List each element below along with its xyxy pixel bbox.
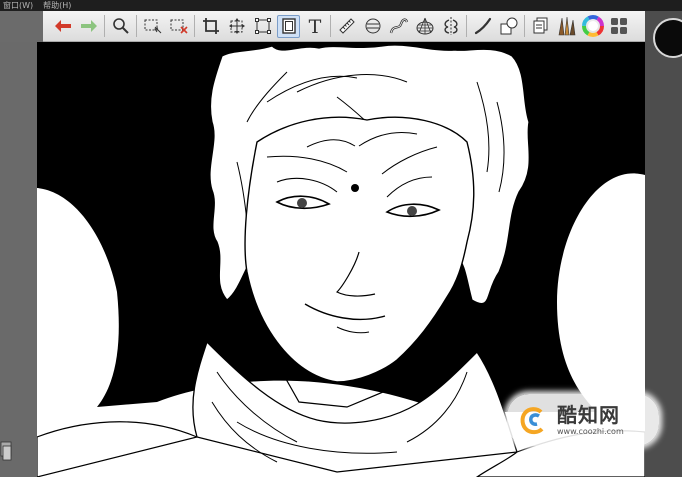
undo-button[interactable] — [51, 15, 74, 38]
palette-grid-button[interactable] — [607, 15, 630, 38]
toolbar-separator — [524, 15, 525, 37]
clear-selection-icon — [170, 19, 188, 34]
move-button[interactable] — [225, 15, 248, 38]
palette-grid-icon — [610, 18, 627, 34]
app-window: 窗口(W) 帮助(H) T 酷知网 www.coozhi.com — [0, 0, 682, 477]
crop-button[interactable] — [199, 15, 222, 38]
text-button[interactable]: T — [303, 15, 326, 38]
layer-icon — [533, 17, 547, 34]
watermark-url: www.coozhi.com — [557, 426, 624, 436]
stroke-button[interactable] — [471, 15, 494, 38]
redo-button[interactable] — [77, 15, 100, 38]
select-rect-icon — [144, 19, 161, 34]
layer-button[interactable] — [529, 15, 552, 38]
crop-icon — [202, 18, 219, 34]
watermark-logo-icon — [520, 407, 544, 435]
color-wheel-icon — [581, 15, 604, 37]
menu-window[interactable]: 窗口(W) — [3, 0, 33, 11]
text-glyph: T — [308, 16, 321, 36]
color-wheel-button[interactable] — [581, 15, 604, 38]
watermark-name: 酷知网 — [557, 402, 620, 427]
curve-ruler-icon — [389, 18, 408, 34]
toolbar: T — [43, 11, 654, 42]
symmetry-icon — [443, 17, 458, 35]
layer-panel-icon[interactable] — [0, 430, 12, 470]
curve-ruler-button[interactable] — [387, 15, 410, 38]
ruler-icon — [338, 18, 355, 34]
brush-set-icon — [558, 16, 575, 36]
transform-icon — [254, 18, 271, 34]
forehead-dot — [351, 184, 359, 192]
symmetry-button[interactable] — [439, 15, 462, 38]
toolbar-separator — [194, 15, 195, 37]
zoom-icon — [112, 18, 129, 34]
perspective-icon — [416, 17, 433, 35]
shape-button[interactable] — [497, 15, 520, 38]
menu-bar: 窗口(W) 帮助(H) — [0, 0, 682, 11]
transform-button[interactable] — [251, 15, 274, 38]
toolbar-separator — [466, 15, 467, 37]
layer-transform-button[interactable] — [277, 14, 300, 38]
ruler-button[interactable] — [335, 15, 358, 38]
undo-icon — [54, 20, 71, 32]
watermark: 酷知网 www.coozhi.com — [507, 394, 659, 446]
clear-selection-button[interactable] — [167, 15, 190, 38]
toolbar-separator — [104, 15, 105, 37]
toolbar-separator — [330, 15, 331, 37]
perspective-button[interactable] — [413, 15, 436, 38]
watermark-text: 酷知网 www.coozhi.com — [557, 404, 624, 437]
toolbar-separator — [136, 15, 137, 37]
menu-help[interactable]: 帮助(H) — [43, 0, 71, 11]
zoom-button[interactable] — [109, 15, 132, 38]
redo-icon — [80, 20, 97, 32]
brush-set-button[interactable] — [555, 15, 578, 38]
shape-icon — [500, 17, 517, 35]
ellipse-ruler-button[interactable] — [361, 15, 384, 38]
layer-transform-icon — [281, 18, 296, 34]
cape-left — [37, 421, 199, 477]
text-icon: T — [308, 16, 321, 36]
stroke-icon — [474, 17, 491, 35]
move-icon — [228, 18, 245, 34]
ellipse-ruler-icon — [365, 18, 380, 34]
select-rect-button[interactable] — [141, 15, 164, 38]
left-panel — [0, 42, 37, 477]
